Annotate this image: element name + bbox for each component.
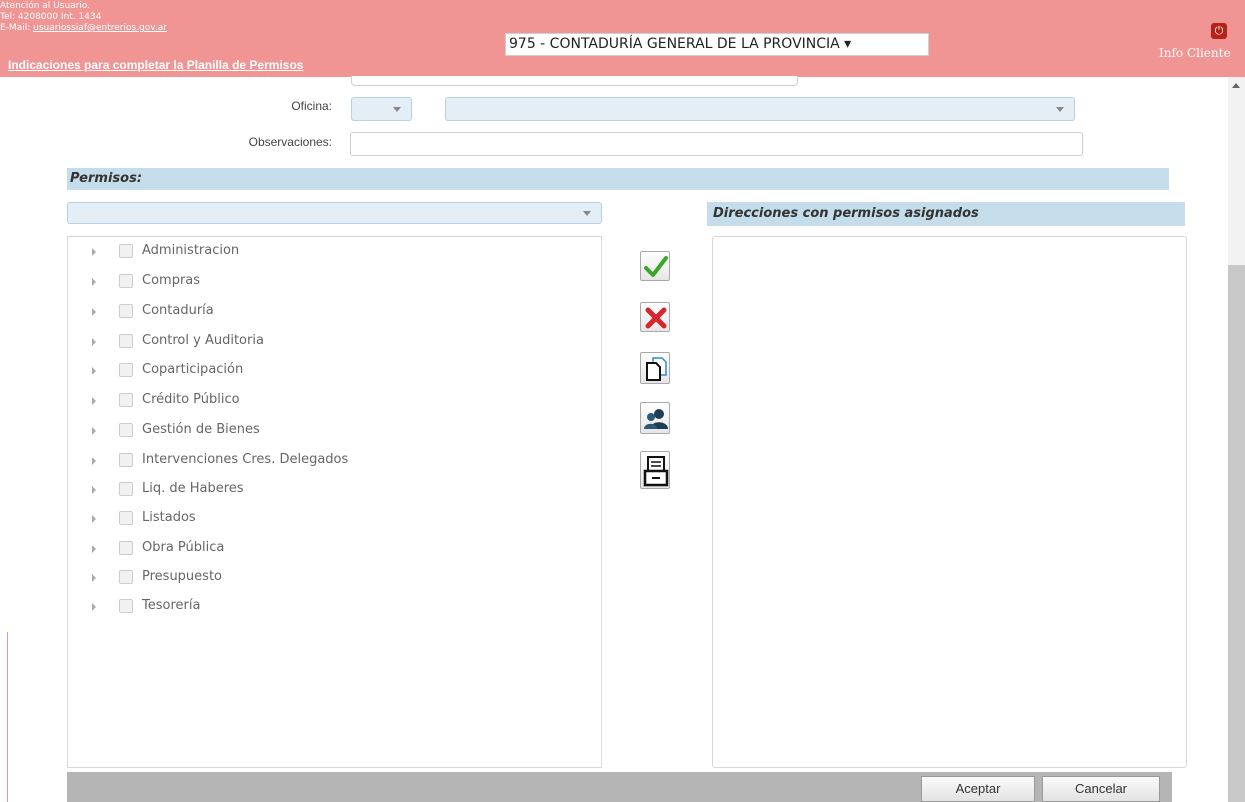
chevron-down-icon bbox=[393, 107, 401, 112]
scroll-thumb[interactable] bbox=[1228, 265, 1245, 802]
tree-item-label: Liq. de Haberes bbox=[142, 481, 244, 496]
app-header: Atención al Usuario. Tel: 4208000 Int. 1… bbox=[0, 0, 1245, 77]
tree-item-credito-publico[interactable]: Crédito Público bbox=[68, 390, 568, 412]
tree-item-liq-haberes[interactable]: Liq. de Haberes bbox=[68, 479, 568, 501]
expand-arrow-icon[interactable] bbox=[92, 367, 96, 375]
expand-arrow-icon[interactable] bbox=[92, 486, 96, 494]
checkbox[interactable] bbox=[119, 453, 133, 467]
organization-select[interactable]: 975 - CONTADURÍA GENERAL DE LA PROVINCIA… bbox=[505, 33, 929, 56]
tree-item-label: Control y Auditoria bbox=[142, 333, 264, 348]
expand-arrow-icon[interactable] bbox=[92, 278, 96, 286]
checkbox[interactable] bbox=[119, 599, 133, 613]
scrollbar[interactable] bbox=[1228, 77, 1245, 802]
contact-info: Atención al Usuario. Tel: 4208000 Int. 1… bbox=[0, 1, 167, 34]
checkbox[interactable] bbox=[119, 482, 133, 496]
tree-item-label: Administracion bbox=[142, 243, 240, 258]
checkbox[interactable] bbox=[119, 274, 133, 288]
info-cliente-link[interactable]: Info Cliente bbox=[1159, 46, 1231, 60]
print-button[interactable] bbox=[640, 451, 670, 489]
tree-item-tesoreria[interactable]: Tesorería bbox=[68, 596, 568, 618]
assign-button[interactable] bbox=[640, 251, 670, 281]
expand-arrow-icon[interactable] bbox=[92, 545, 96, 553]
expand-arrow-icon[interactable] bbox=[92, 248, 96, 256]
tree-item-label: Listados bbox=[142, 510, 196, 525]
tree-item-label: Intervenciones Cres. Delegados bbox=[142, 452, 349, 467]
copy-document-icon bbox=[646, 357, 667, 381]
oficina-name-select[interactable] bbox=[445, 97, 1075, 121]
checkbox[interactable] bbox=[119, 304, 133, 318]
assigned-title: Direcciones con permisos asignados bbox=[713, 206, 979, 221]
observaciones-input[interactable] bbox=[350, 132, 1083, 156]
checkbox[interactable] bbox=[119, 363, 133, 377]
expand-arrow-icon[interactable] bbox=[92, 397, 96, 405]
tree-item-coparticipacion[interactable]: Coparticipación bbox=[68, 360, 568, 382]
check-icon bbox=[644, 256, 668, 277]
expand-arrow-icon[interactable] bbox=[92, 427, 96, 435]
instructions-link[interactable]: Indicaciones para completar la Planilla … bbox=[8, 58, 303, 72]
copy-button[interactable] bbox=[640, 352, 670, 384]
tree-item-compras[interactable]: Compras bbox=[68, 271, 568, 293]
tree-item-label: Coparticipación bbox=[142, 362, 244, 377]
checkbox[interactable] bbox=[119, 541, 133, 555]
expand-arrow-icon[interactable] bbox=[92, 308, 96, 316]
left-edge bbox=[0, 77, 8, 802]
expand-arrow-icon[interactable] bbox=[92, 574, 96, 582]
checkbox[interactable] bbox=[119, 423, 133, 437]
checkbox[interactable] bbox=[119, 511, 133, 525]
checkbox[interactable] bbox=[119, 570, 133, 584]
delete-icon bbox=[645, 307, 667, 329]
email-prefix: E-Mail: bbox=[0, 23, 34, 33]
oficina-code-select[interactable] bbox=[351, 97, 412, 121]
checkbox[interactable] bbox=[119, 393, 133, 407]
tree-item-administracion[interactable]: Administracion bbox=[68, 241, 568, 263]
expand-arrow-icon[interactable] bbox=[92, 515, 96, 523]
tree-item-label: Contaduría bbox=[142, 303, 214, 318]
contact-line-1: Atención al Usuario. bbox=[0, 1, 91, 11]
expand-arrow-icon[interactable] bbox=[92, 457, 96, 465]
tree-item-label: Obra Pública bbox=[142, 540, 225, 555]
tree-item-label: Tesorería bbox=[142, 598, 201, 613]
cancel-button[interactable]: Cancelar bbox=[1042, 776, 1160, 802]
checkbox[interactable] bbox=[119, 244, 133, 258]
tree-item-label: Gestión de Bienes bbox=[142, 422, 260, 437]
tree-item-obra-publica[interactable]: Obra Pública bbox=[68, 538, 568, 560]
accept-button[interactable]: Aceptar bbox=[921, 776, 1035, 802]
tree-item-label: Compras bbox=[142, 273, 201, 288]
print-icon bbox=[643, 456, 669, 487]
left-edge-strip bbox=[7, 632, 8, 802]
tree-item-gestion-bienes[interactable]: Gestión de Bienes bbox=[68, 420, 568, 442]
tree-item-presupuesto[interactable]: Presupuesto bbox=[68, 567, 568, 589]
tree-item-listados[interactable]: Listados bbox=[68, 508, 568, 530]
users-icon bbox=[644, 409, 668, 429]
contact-line-3: E-Mail: usuariossiaf@entrerios.gov.ar bbox=[0, 23, 167, 34]
email-link[interactable]: usuariossiaf@entrerios.gov.ar bbox=[33, 23, 167, 33]
assigned-permissions-panel[interactable] bbox=[712, 236, 1187, 768]
power-icon[interactable]: ⏻ bbox=[1211, 23, 1227, 39]
tree-item-label: Presupuesto bbox=[142, 569, 222, 584]
oficina-label: Oficina: bbox=[291, 99, 332, 113]
observaciones-label: Observaciones: bbox=[248, 135, 332, 149]
tree-item-label: Crédito Público bbox=[142, 392, 240, 407]
checkbox[interactable] bbox=[119, 334, 133, 348]
contact-line-2: Tel: 4208000 Int. 1434 bbox=[0, 12, 102, 22]
tree-item-contaduria[interactable]: Contaduría bbox=[68, 301, 568, 323]
chevron-down-icon bbox=[1056, 107, 1064, 112]
permissions-tree: Administracion Compras Contaduría Contro… bbox=[67, 236, 602, 768]
expand-arrow-icon[interactable] bbox=[92, 338, 96, 346]
permisos-filter-select[interactable] bbox=[67, 202, 602, 224]
expand-arrow-icon[interactable] bbox=[92, 603, 96, 611]
tree-item-intervenciones[interactable]: Intervenciones Cres. Delegados bbox=[68, 450, 568, 472]
permisos-title: Permisos: bbox=[70, 171, 143, 186]
chevron-down-icon bbox=[583, 211, 591, 216]
users-button[interactable] bbox=[640, 402, 670, 434]
remove-button[interactable] bbox=[640, 302, 670, 332]
tree-item-control-auditoria[interactable]: Control y Auditoria bbox=[68, 331, 568, 353]
scroll-up-arrow-icon[interactable] bbox=[1232, 83, 1240, 88]
partial-input-field[interactable] bbox=[351, 76, 798, 86]
permisos-section-bar bbox=[67, 168, 1169, 190]
